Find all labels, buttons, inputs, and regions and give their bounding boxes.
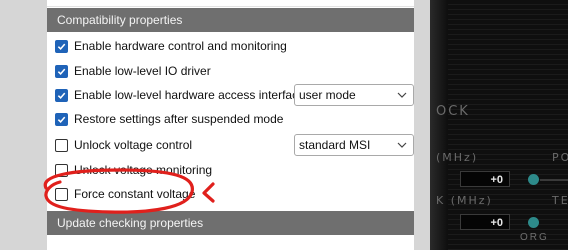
checkbox-unchecked-icon[interactable] (55, 163, 68, 177)
option-unlock-voltage-monitoring[interactable]: Unlock voltage monitoring (55, 161, 212, 179)
settings-panel: Compatibility properties Enable hardware… (47, 0, 414, 250)
chevron-down-icon (397, 142, 407, 148)
background-slider-track-1[interactable] (540, 179, 568, 181)
checkbox-checked-icon[interactable] (55, 39, 68, 53)
option-enable-low-level-hardware-access[interactable]: Enable low-level hardware access interfa… (55, 86, 305, 104)
option-restore-settings[interactable]: Restore settings after suspended mode (55, 110, 283, 128)
settings-dialog: Compatibility properties Enable hardware… (0, 0, 430, 250)
background-value-box-1[interactable]: +0 (460, 171, 510, 187)
background-logo: ORG (520, 232, 549, 243)
chevron-down-icon (397, 92, 407, 98)
background-label-k-mhz: K (MHz) (436, 194, 493, 207)
update-checking-properties-header: Update checking properties (47, 211, 414, 235)
checkbox-unchecked-icon[interactable] (55, 187, 68, 201)
option-label: Force constant voltage (74, 187, 196, 201)
option-label: Enable low-level hardware access interfa… (74, 88, 305, 102)
option-label: Unlock voltage monitoring (74, 163, 213, 177)
option-enable-hardware-control[interactable]: Enable hardware control and monitoring (55, 37, 287, 55)
background-value-box-2[interactable]: +0 (460, 214, 510, 230)
option-label: Unlock voltage control (74, 138, 193, 152)
background-slider-knob-1[interactable] (528, 174, 539, 185)
background-label-ock: OCK (436, 104, 470, 119)
access-mode-select[interactable]: user mode (294, 84, 414, 106)
voltage-control-select-value: standard MSI (299, 138, 371, 152)
access-mode-select-value: user mode (299, 88, 356, 102)
background-label-po: PO (552, 151, 568, 164)
background-label-mhz: (MHz) (436, 151, 479, 164)
checkbox-checked-icon[interactable] (55, 112, 68, 126)
option-label: Restore settings after suspended mode (74, 112, 284, 126)
top-divider (47, 0, 414, 7)
option-unlock-voltage-control[interactable]: Unlock voltage control (55, 136, 192, 154)
background-label-te: TE (552, 194, 568, 207)
option-enable-low-level-io-driver[interactable]: Enable low-level IO driver (55, 62, 211, 80)
option-force-constant-voltage[interactable]: Force constant voltage (55, 185, 195, 203)
checkbox-unchecked-icon[interactable] (55, 138, 68, 152)
background-slider-knob-2[interactable] (528, 217, 539, 228)
voltage-control-select[interactable]: standard MSI (294, 134, 414, 156)
compatibility-properties-header: Compatibility properties (47, 8, 414, 32)
checkbox-checked-icon[interactable] (55, 64, 68, 78)
background-control-panel (448, 0, 568, 250)
option-label: Enable hardware control and monitoring (74, 39, 287, 53)
background-window-edge (430, 0, 448, 250)
checkbox-checked-icon[interactable] (55, 88, 68, 102)
option-label: Enable low-level IO driver (74, 64, 211, 78)
